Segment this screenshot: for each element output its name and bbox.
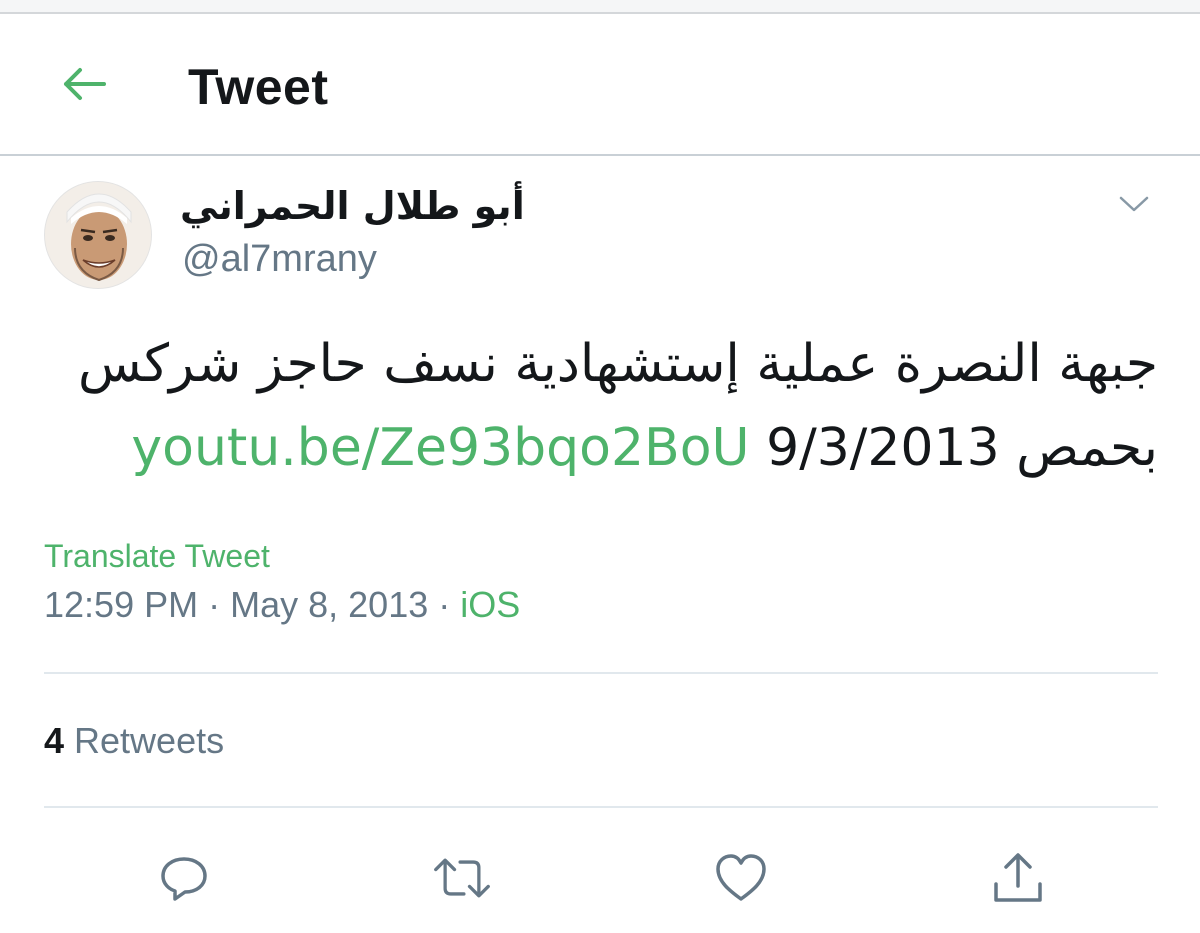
tweet-detail-page: Tweet أبو طلال الحمراني @al7mrany جبهة ا… (0, 0, 1200, 933)
share-icon (994, 853, 1042, 902)
tweet-text: جبهة النصرة عملية إستشهادية نسف حاجز شرك… (44, 322, 1158, 490)
reply-icon (161, 857, 207, 901)
translate-tweet-link[interactable]: Translate Tweet (44, 538, 270, 575)
header-bar: Tweet (0, 16, 1200, 156)
retweet-icon (434, 858, 490, 898)
author-handle[interactable]: @al7mrany (182, 238, 377, 281)
status-strip (0, 0, 1200, 14)
meta-separator: · (438, 584, 451, 625)
retweet-label: Retweets (74, 720, 225, 761)
retweet-button[interactable] (432, 848, 492, 908)
like-button[interactable] (711, 848, 771, 908)
tweet-time: 12:59 PM (44, 584, 199, 625)
chevron-down-icon (1119, 196, 1149, 212)
avatar[interactable] (44, 181, 152, 289)
author-display-name[interactable]: أبو طلال الحمراني (180, 184, 525, 228)
tweet-date: May 8, 2013 (230, 584, 429, 625)
retweets-stat[interactable]: 4 Retweets (44, 720, 224, 762)
divider (44, 806, 1158, 808)
meta-separator: · (208, 584, 221, 625)
arrow-left-icon (64, 68, 106, 100)
divider (44, 672, 1158, 674)
page-title: Tweet (188, 59, 329, 115)
avatar-image (45, 182, 151, 288)
heart-icon (716, 854, 766, 901)
tweet-meta: 12:59 PM · May 8, 2013 · iOS (44, 584, 520, 626)
more-options-button[interactable] (1112, 186, 1156, 222)
tweet-link[interactable]: youtu.be/Ze93bqo2BoU (131, 418, 749, 478)
share-button[interactable] (988, 848, 1048, 908)
retweet-count: 4 (44, 720, 65, 761)
reply-button[interactable] (154, 848, 214, 908)
back-button[interactable] (56, 62, 112, 106)
tweet-source[interactable]: iOS (460, 584, 520, 625)
